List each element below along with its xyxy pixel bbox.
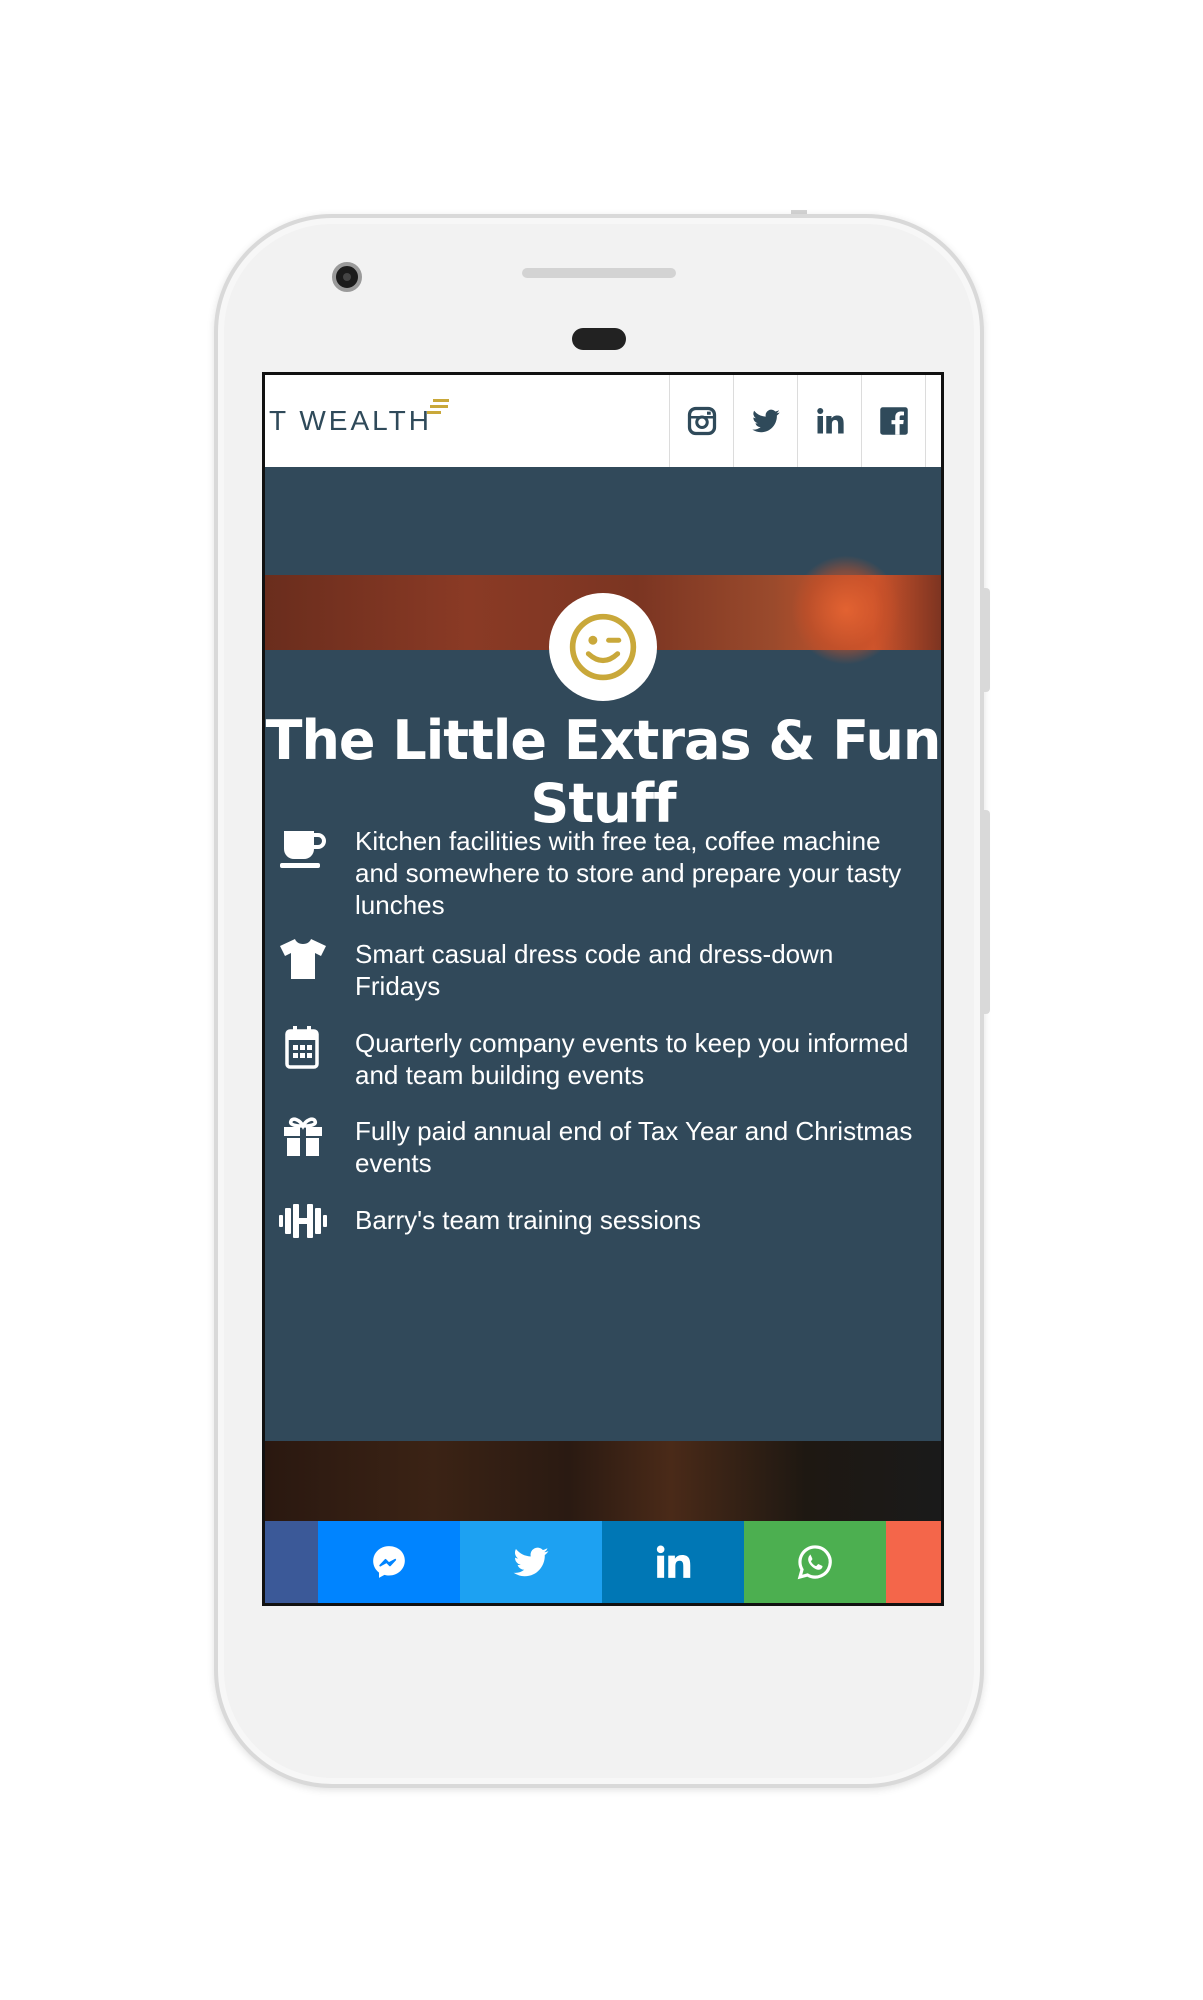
share-messenger-button[interactable] (318, 1521, 460, 1603)
wink-smiley-icon (569, 613, 637, 681)
phone-volume-button (982, 810, 990, 1014)
logo-text: T WEALTH (269, 405, 432, 436)
section-title: The Little Extras & Fun Stuff (265, 709, 941, 835)
coffee-cup-icon (275, 825, 331, 875)
logo-mark (427, 399, 449, 419)
calendar-icon (275, 1023, 331, 1073)
share-more-button[interactable] (886, 1521, 941, 1603)
share-linkedin-button[interactable] (602, 1521, 744, 1603)
phone-screen: T WEALTH The Little Extras & Fun Stuff K… (262, 372, 944, 1606)
gift-icon (275, 1111, 331, 1161)
phone-power-button (982, 588, 990, 692)
perk-text: Kitchen facilities with free tea, coffee… (355, 826, 902, 920)
instagram-icon (687, 406, 716, 436)
logo[interactable]: T WEALTH (269, 405, 432, 437)
perk-text: Fully paid annual end of Tax Year and Ch… (355, 1116, 913, 1178)
perk-text: Barry's team training sessions (355, 1205, 701, 1235)
perk-text: Smart casual dress code and dress-down F… (355, 939, 834, 1001)
linkedin-link[interactable] (797, 375, 861, 467)
share-bar (265, 1521, 941, 1603)
twitter-icon (751, 409, 780, 433)
phone-camera (332, 262, 362, 292)
phone-sensor (572, 328, 626, 350)
linkedin-icon (816, 408, 844, 434)
instagram-link[interactable] (669, 375, 733, 467)
decorative-banner-bottom (265, 1441, 941, 1521)
phone-speaker (522, 268, 676, 278)
facebook-link[interactable] (861, 375, 925, 467)
share-twitter-button[interactable] (460, 1521, 602, 1603)
facebook-icon (879, 407, 908, 435)
share-facebook-button[interactable] (265, 1521, 318, 1603)
perk-text: Quarterly company events to keep you inf… (355, 1028, 909, 1090)
header-divider (925, 375, 941, 467)
twitter-link[interactable] (733, 375, 797, 467)
whatsapp-icon (797, 1545, 832, 1580)
messenger-icon (373, 1546, 405, 1578)
linkedin-icon (656, 1545, 691, 1578)
tshirt-icon (275, 934, 331, 984)
share-whatsapp-button[interactable] (744, 1521, 886, 1603)
twitter-icon (513, 1547, 549, 1577)
dumbbell-icon (275, 1196, 331, 1246)
site-header: T WEALTH (265, 375, 941, 467)
smiley-badge (549, 593, 657, 701)
